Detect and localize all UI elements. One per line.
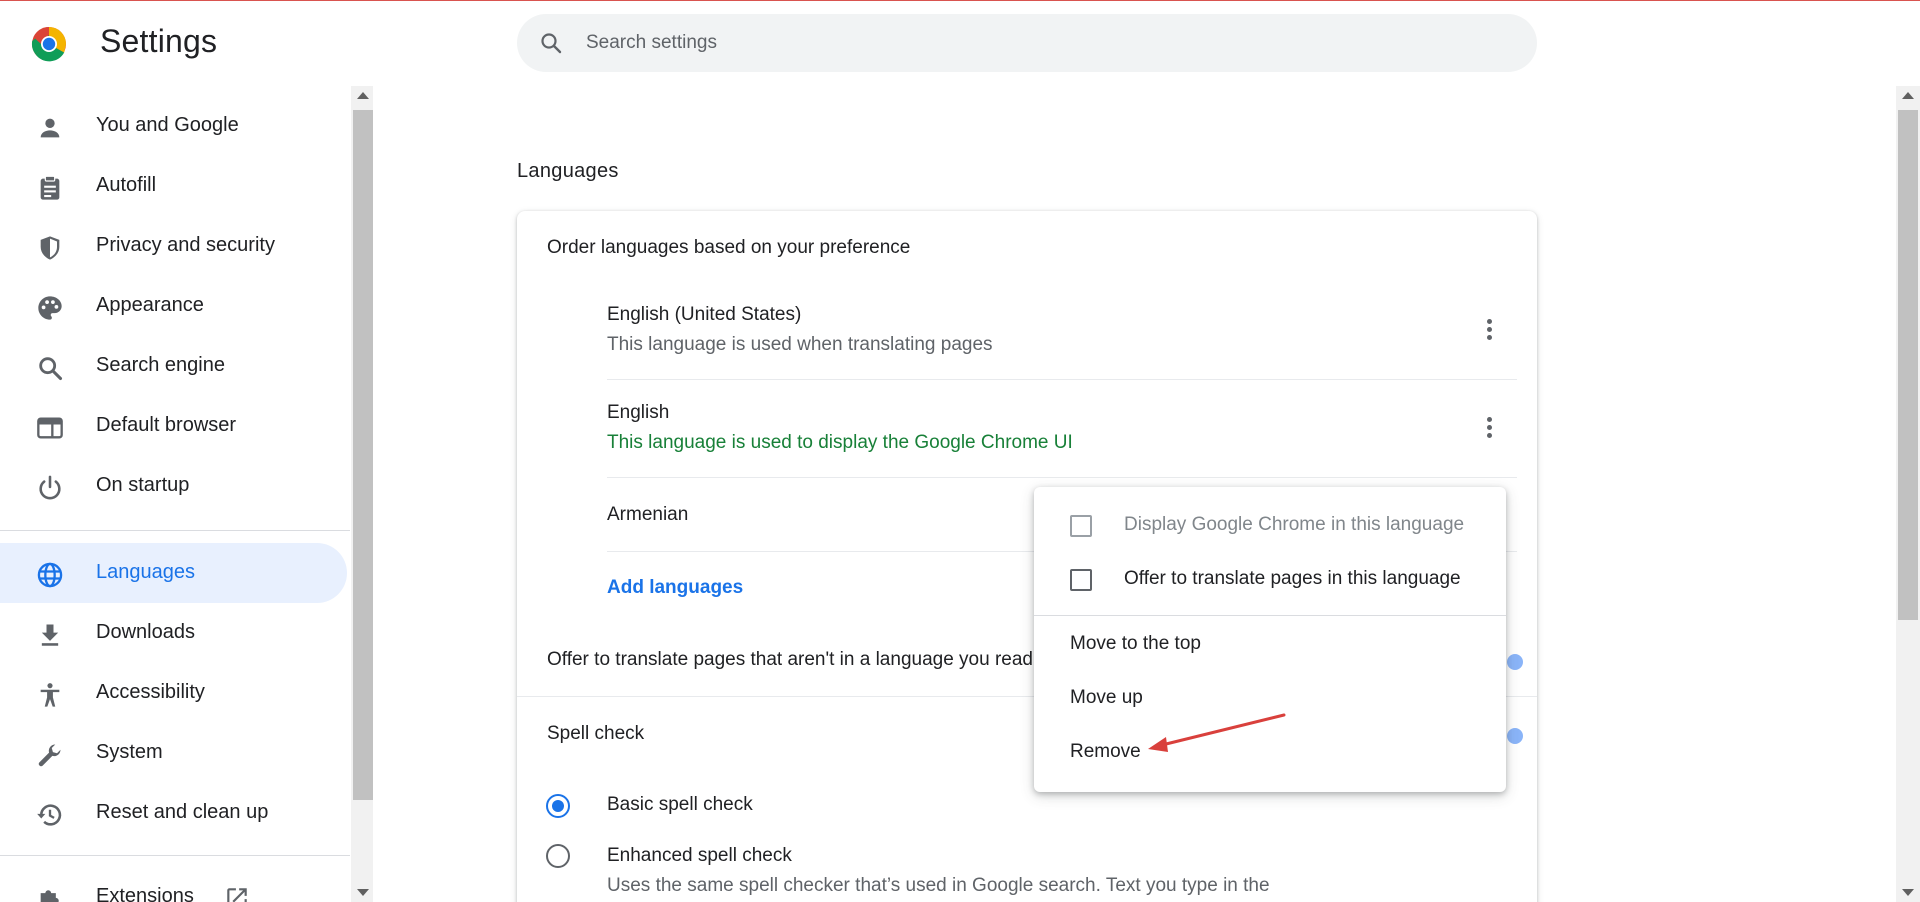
sidebar-scrollbar[interactable] xyxy=(351,86,373,902)
language-note: This language is used when translating p… xyxy=(607,334,993,355)
search-input[interactable]: Search settings xyxy=(586,32,717,54)
move-to-top-menu-item[interactable]: Move to the top xyxy=(1070,633,1201,655)
sidebar-item-on-startup[interactable]: On startup xyxy=(0,456,347,516)
enhanced-spell-check-label: Enhanced spell check xyxy=(607,845,792,866)
scroll-down-arrow-icon[interactable] xyxy=(357,889,369,896)
scroll-up-arrow-icon[interactable] xyxy=(1902,92,1914,99)
browser-window-icon xyxy=(37,417,63,439)
offer-translate-label: Offer to translate pages in this languag… xyxy=(1124,568,1461,589)
display-in-language-option: Display Google Chrome in this language xyxy=(1070,512,1490,542)
display-in-language-label: Display Google Chrome in this language xyxy=(1124,514,1465,535)
wrench-icon xyxy=(38,744,61,767)
sidebar-item-label: Accessibility xyxy=(96,681,205,703)
sidebar-scrollbar-thumb[interactable] xyxy=(353,110,373,800)
globe-icon xyxy=(37,562,63,588)
language-name: English xyxy=(607,402,670,423)
search-icon xyxy=(39,357,63,381)
puzzle-icon xyxy=(40,890,59,902)
section-title: Languages xyxy=(517,160,619,182)
header: Settings Search settings xyxy=(0,0,1920,86)
page-title: Settings xyxy=(100,23,218,59)
sidebar-item-label: Privacy and security xyxy=(96,234,275,256)
more-options-icon[interactable] xyxy=(1477,417,1501,441)
language-name: Armenian xyxy=(607,504,689,525)
remove-menu-item[interactable]: Remove xyxy=(1070,741,1141,763)
sidebar-item-appearance[interactable]: Appearance xyxy=(0,276,347,336)
sidebar-divider xyxy=(0,855,350,856)
history-icon xyxy=(37,804,62,826)
divider xyxy=(607,379,1517,380)
sidebar-item-label: Autofill xyxy=(96,174,157,196)
move-up-menu-item[interactable]: Move up xyxy=(1070,687,1143,709)
sidebar-item-reset-and-clean-up[interactable]: Reset and clean up xyxy=(0,783,347,843)
offer-translate-option[interactable]: Offer to translate pages in this languag… xyxy=(1070,566,1490,596)
power-icon xyxy=(39,475,61,500)
search-icon xyxy=(541,33,562,54)
enhanced-spell-check-note: Uses the same spell checker that’s used … xyxy=(607,875,1270,896)
divider xyxy=(607,477,1517,478)
sidebar-item-label: System xyxy=(96,741,163,763)
add-languages-button[interactable]: Add languages xyxy=(607,577,743,599)
sidebar-item-downloads[interactable]: Downloads xyxy=(0,603,347,663)
sidebar-item-label: Languages xyxy=(96,561,195,583)
sidebar-item-autofill[interactable]: Autofill xyxy=(0,156,347,216)
scroll-down-arrow-icon[interactable] xyxy=(1902,889,1914,896)
basic-spell-check-radio[interactable] xyxy=(546,794,570,818)
display-in-language-checkbox xyxy=(1070,515,1092,537)
shield-icon xyxy=(40,236,60,260)
sidebar-item-label: Default browser xyxy=(96,414,237,436)
more-options-icon[interactable] xyxy=(1477,319,1501,343)
person-icon xyxy=(40,118,60,138)
translate-toggle[interactable] xyxy=(1507,654,1523,670)
sidebar-item-label: Search engine xyxy=(96,354,225,376)
search-bar[interactable]: Search settings xyxy=(517,14,1537,72)
sidebar-item-label: Extensions xyxy=(96,885,194,902)
chrome-logo-icon xyxy=(31,26,66,62)
sidebar-item-languages[interactable]: Languages xyxy=(0,543,347,603)
download-icon xyxy=(41,624,59,646)
basic-spell-check-label: Basic spell check xyxy=(607,794,753,815)
sidebar-item-label: Downloads xyxy=(96,621,195,643)
menu-divider xyxy=(1034,615,1506,616)
page-scrollbar[interactable] xyxy=(1896,86,1920,902)
language-name: English (United States) xyxy=(607,304,802,325)
sidebar-item-search-engine[interactable]: Search engine xyxy=(0,336,347,396)
sidebar-item-label: On startup xyxy=(96,474,190,496)
sidebar-item-you-and-google[interactable]: You and Google xyxy=(0,96,347,156)
accessibility-icon xyxy=(40,683,60,707)
sidebar-item-label: Appearance xyxy=(96,294,204,316)
page-scrollbar-thumb[interactable] xyxy=(1898,110,1918,620)
annotation-arrow-icon xyxy=(1148,713,1286,752)
sidebar-item-label: You and Google xyxy=(96,114,239,136)
language-note: This language is used to display the Goo… xyxy=(607,432,1073,453)
sidebar: You and Google Autofill Privacy and secu… xyxy=(0,86,350,902)
open-in-new-icon xyxy=(227,888,247,902)
offer-translate-checkbox[interactable] xyxy=(1070,569,1092,591)
spell-check-toggle[interactable] xyxy=(1507,728,1523,744)
order-languages-title: Order languages based on your preference xyxy=(547,237,911,258)
translate-offer-label: Offer to translate pages that aren't in … xyxy=(547,649,1033,670)
sidebar-item-extensions[interactable]: Extensions xyxy=(0,867,347,902)
sidebar-item-system[interactable]: System xyxy=(0,723,347,783)
sidebar-item-label: Reset and clean up xyxy=(96,801,269,823)
sidebar-divider xyxy=(0,530,350,531)
sidebar-item-privacy-and-security[interactable]: Privacy and security xyxy=(0,216,347,276)
palette-icon xyxy=(38,296,62,320)
sidebar-item-default-browser[interactable]: Default browser xyxy=(0,396,347,456)
enhanced-spell-check-radio[interactable] xyxy=(546,844,570,868)
sidebar-item-accessibility[interactable]: Accessibility xyxy=(0,663,347,723)
scroll-up-arrow-icon[interactable] xyxy=(357,92,369,99)
spell-check-label: Spell check xyxy=(547,723,645,744)
clipboard-icon xyxy=(40,175,60,200)
